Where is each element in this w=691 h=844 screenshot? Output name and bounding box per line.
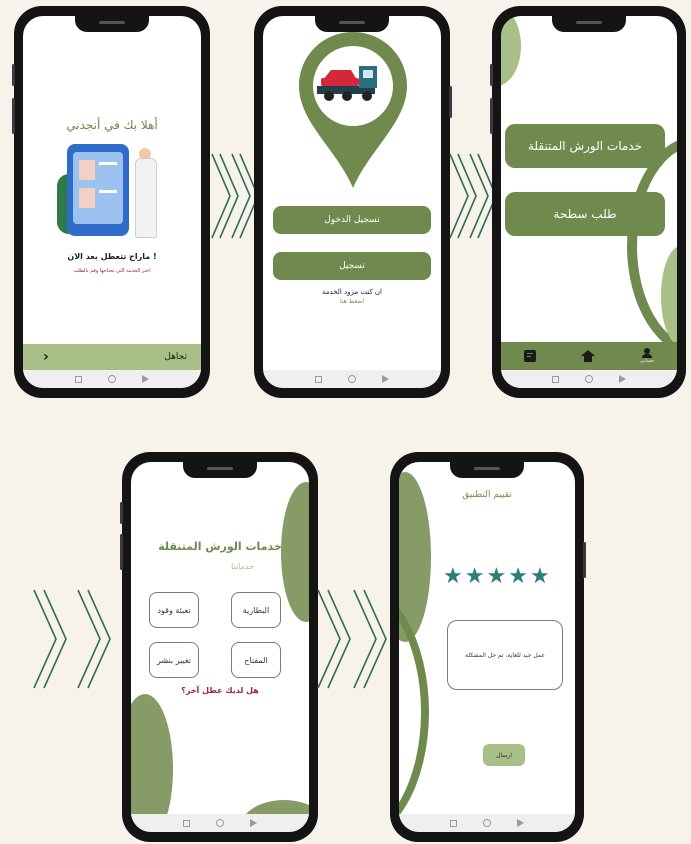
notch (183, 462, 257, 478)
phone-services-home: خدمات الورش المتنقلة طلب سطحة حسابي (490, 6, 686, 398)
register-button[interactable]: تسجيل (273, 252, 431, 280)
home-nav-icon[interactable] (348, 375, 356, 383)
tow-truck-button[interactable]: طلب سطحة (505, 192, 665, 236)
back-icon[interactable] (619, 375, 626, 383)
login-button[interactable]: تسجيل الدخول (273, 206, 431, 234)
services-home-screen: خدمات الورش المتنقلة طلب سطحة حسابي (501, 16, 677, 388)
chevrons-arrow (33, 589, 111, 689)
review-text: عمل جيد للغاية، تم حل المشكلة (465, 651, 545, 659)
system-navbar (263, 370, 441, 388)
home-nav-icon[interactable] (108, 375, 116, 383)
welcome-subtitle: اختر الخدمة التي تحتاجها وقم بالطلب (73, 268, 151, 274)
service-key-button[interactable]: المفتاح (231, 642, 281, 678)
login-screen: تسجيل الدخول تسجيل ان كنت مزود الخدمة اض… (263, 16, 441, 388)
star-icon[interactable]: ★ (465, 566, 485, 588)
notch (552, 16, 626, 32)
chevrons-arrow (317, 589, 387, 689)
phone-login: تسجيل الدخول تسجيل ان كنت مزود الخدمة اض… (254, 6, 452, 398)
mobile-workshops-screen: خدمات الورش المتنقلة خدماتنا البطارية تع… (131, 462, 309, 832)
decor-blob (501, 16, 521, 86)
back-icon[interactable] (382, 375, 389, 383)
side-button (120, 502, 123, 524)
side-button (120, 534, 123, 570)
skip-button[interactable]: تجاهل (164, 352, 187, 362)
system-navbar (131, 814, 309, 832)
notch (315, 16, 389, 32)
back-icon[interactable] (250, 819, 257, 827)
review-textarea[interactable]: عمل جيد للغاية، تم حل المشكلة (447, 620, 563, 690)
service-tire-button[interactable]: تغيير بنشر (149, 642, 199, 678)
recents-icon[interactable] (183, 819, 190, 827)
system-navbar (23, 370, 201, 388)
recents-icon[interactable] (552, 375, 559, 383)
page-title: تقييم التطبيق (462, 490, 512, 500)
side-button (449, 86, 452, 118)
star-icon[interactable]: ★ (486, 566, 506, 588)
home-nav-icon[interactable] (216, 819, 224, 827)
notch (450, 462, 524, 478)
send-button[interactable]: ارسال (483, 744, 525, 766)
side-button (12, 64, 15, 86)
recents-icon[interactable] (75, 375, 82, 383)
map-pin-logo (299, 32, 407, 188)
phone-mobile-workshops: خدمات الورش المتنقلة خدماتنا البطارية تع… (120, 452, 318, 842)
chevron-right-icon[interactable]: › (43, 349, 49, 365)
chevrons-arrow (211, 153, 259, 239)
welcome-illustration (57, 144, 177, 244)
other-issue-link[interactable]: هل لديك عطل آخر؟ (131, 686, 309, 695)
star-icon[interactable]: ★ (443, 566, 463, 588)
recents-icon[interactable] (450, 819, 457, 827)
bottom-tab-bar: حسابي (501, 342, 677, 370)
provider-text: ان كنت مزود الخدمة (322, 288, 382, 296)
service-fuel-button[interactable]: تعبئة وقود (149, 592, 199, 628)
recents-icon[interactable] (315, 375, 322, 383)
profile-label: حسابي (639, 358, 655, 364)
star-icon[interactable]: ★ (508, 566, 528, 588)
welcome-question: ماراح تتعطل بعد الان ! (67, 252, 157, 261)
welcome-title: أهلا بك في أنجدني (66, 118, 158, 132)
notch (75, 16, 149, 32)
decor-blob (131, 694, 173, 832)
back-icon[interactable] (142, 375, 149, 383)
rating-screen: تقييم التطبيق ★ ★ ★ ★ ★ عمل جيد للغاية، … (399, 462, 575, 832)
profile-tab[interactable]: حسابي (639, 348, 655, 364)
phone-welcome: أهلا بك في أنجدني ماراح تتعطل بعد الان !… (12, 6, 210, 398)
back-icon[interactable] (517, 819, 524, 827)
chevrons-arrow (449, 153, 497, 239)
star-rating[interactable]: ★ ★ ★ ★ ★ (443, 566, 550, 588)
side-button (490, 64, 493, 86)
side-button (583, 542, 586, 578)
notes-icon[interactable] (523, 350, 536, 362)
provider-link[interactable]: اضغط هنا (263, 298, 441, 305)
home-nav-icon[interactable] (483, 819, 491, 827)
page-subtitle: خدماتنا (231, 562, 254, 571)
side-button (12, 98, 15, 134)
skip-bar[interactable]: › تجاهل (23, 344, 201, 370)
page-title: خدمات الورش المتنقلة (158, 540, 282, 553)
home-nav-icon[interactable] (585, 375, 593, 383)
system-navbar (399, 814, 575, 832)
service-battery-button[interactable]: البطارية (231, 592, 281, 628)
mobile-workshops-button[interactable]: خدمات الورش المتنقلة (505, 124, 665, 168)
welcome-screen: أهلا بك في أنجدني ماراح تتعطل بعد الان !… (23, 16, 201, 388)
star-icon[interactable]: ★ (530, 566, 550, 588)
system-navbar (501, 370, 677, 388)
side-button (490, 98, 493, 134)
home-icon[interactable] (580, 350, 595, 362)
phone-rating: تقييم التطبيق ★ ★ ★ ★ ★ عمل جيد للغاية، … (390, 452, 586, 842)
